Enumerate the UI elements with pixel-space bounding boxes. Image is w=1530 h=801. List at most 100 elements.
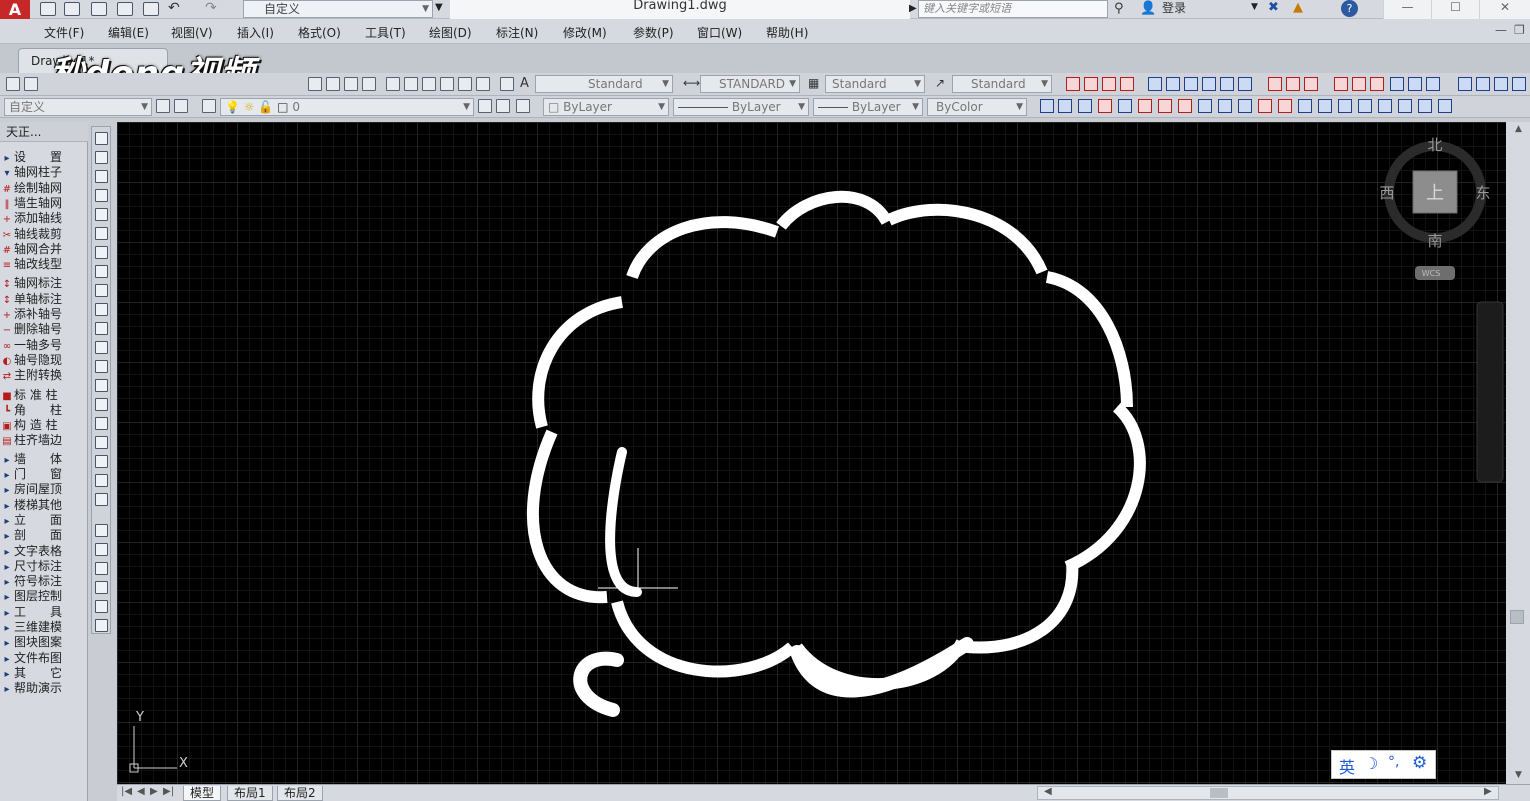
panel-item[interactable]: ▸ 文件布图: [0, 651, 88, 666]
dim-linear-icon[interactable]: [1066, 77, 1080, 91]
mleader-style-dropdown[interactable]: Standard ▼: [952, 75, 1052, 93]
close-button[interactable]: ✕: [1479, 0, 1530, 19]
zoom-realtime-icon[interactable]: [326, 77, 340, 91]
drawing-canvas[interactable]: Y X 上 北 南 东 西 WCS: [117, 122, 1506, 784]
redo-icon[interactable]: ↷: [205, 0, 217, 16]
panel-item[interactable]: ▾ 轴网柱子: [0, 165, 88, 180]
menu-view[interactable]: 视图(V): [171, 24, 213, 41]
tz-stair-icon[interactable]: [1218, 99, 1232, 113]
panel-item[interactable]: ∞ 一轴多号: [0, 338, 88, 353]
viewcube[interactable]: 上 北 南 东 西 WCS: [1379, 136, 1491, 280]
dim-style-manager-icon[interactable]: [1476, 77, 1490, 91]
gear-icon[interactable]: ⚙: [1412, 753, 1427, 773]
scroll-down-icon[interactable]: ▼: [1515, 770, 1522, 780]
multiline-text-icon[interactable]: [95, 474, 108, 487]
zoom-previous-icon[interactable]: [362, 77, 376, 91]
panel-item[interactable]: # 轴网合并: [0, 242, 88, 257]
workspace-dropdown[interactable]: 自定义 ▼: [243, 0, 433, 18]
last-layout-icon[interactable]: ▶|: [163, 786, 174, 797]
tolerance-icon[interactable]: [1334, 77, 1348, 91]
ime-language[interactable]: 英: [1339, 754, 1355, 778]
ime-toolbar[interactable]: 英 ☽ °, ⚙: [1331, 750, 1436, 779]
center-mark-icon[interactable]: [1352, 77, 1366, 91]
app-store-icon[interactable]: ▲: [1293, 0, 1303, 15]
panel-item[interactable]: ▣ 构 造 柱: [0, 418, 88, 433]
dim-aligned-icon[interactable]: [1084, 77, 1098, 91]
dim-radius-icon[interactable]: [1148, 77, 1162, 91]
panel-item[interactable]: ◐ 轴号隐现: [0, 353, 88, 368]
help-icon[interactable]: [500, 77, 514, 91]
tz-door-icon[interactable]: [1158, 99, 1172, 113]
panel-item[interactable]: # 绘制轴网: [0, 181, 88, 196]
quick-dim-icon[interactable]: [1220, 77, 1234, 91]
tz-layer-icon[interactable]: [1358, 99, 1372, 113]
tz-tool-b-icon[interactable]: [95, 543, 108, 556]
tz-tool-d-icon[interactable]: [95, 581, 108, 594]
panel-item[interactable]: ▸ 工 具: [0, 605, 88, 620]
login-dropdown-icon[interactable]: ▼: [1251, 2, 1258, 12]
menu-modify[interactable]: 修改(M): [563, 24, 607, 41]
qnew-icon[interactable]: [6, 77, 20, 91]
inspection-icon[interactable]: [1370, 77, 1384, 91]
scroll-thumb[interactable]: [1510, 610, 1524, 624]
binoculars-icon[interactable]: ⚲: [1114, 1, 1124, 16]
prev-layout-icon[interactable]: ◀: [137, 786, 145, 797]
login-link[interactable]: 登录: [1162, 0, 1186, 19]
dim-diameter-icon[interactable]: [1184, 77, 1198, 91]
undo-icon[interactable]: ↶: [168, 0, 180, 16]
scroll-up-icon[interactable]: ▲: [1515, 124, 1522, 134]
exchange-icon[interactable]: ✖: [1268, 0, 1279, 15]
table-style-dropdown[interactable]: Standard ▼: [825, 75, 925, 93]
layer-state-icon[interactable]: [516, 99, 530, 113]
tz-tool-c-icon[interactable]: [95, 562, 108, 575]
menu-parametric[interactable]: 参数(P): [633, 24, 674, 41]
panel-title[interactable]: 天正...: [0, 122, 88, 142]
panel-item[interactable]: ▸ 图层控制: [0, 589, 88, 604]
scroll-left-icon[interactable]: ◀: [1044, 786, 1052, 797]
menu-help[interactable]: 帮助(H): [766, 24, 808, 41]
hatch-icon[interactable]: [95, 398, 108, 411]
panel-item[interactable]: ≡ 轴改线型: [0, 257, 88, 272]
pan-icon[interactable]: [308, 77, 322, 91]
panel-item[interactable]: ▸ 墙 体: [0, 452, 88, 467]
panel-item[interactable]: ■ 标 准 柱: [0, 388, 88, 403]
panel-item[interactable]: ↕ 轴网标注: [0, 276, 88, 291]
menu-window[interactable]: 窗口(W): [697, 24, 742, 41]
tz-table-icon[interactable]: [1338, 99, 1352, 113]
panel-item[interactable]: ▸ 其 它: [0, 666, 88, 681]
tz-tool-e-icon[interactable]: [95, 600, 108, 613]
minimize-button[interactable]: —: [1383, 0, 1431, 19]
tz-section-icon[interactable]: [1258, 99, 1272, 113]
color-dropdown[interactable]: □ ByLayer ▼: [543, 98, 669, 116]
menu-tools[interactable]: 工具(T): [365, 24, 406, 41]
revision-cloud-icon[interactable]: [95, 265, 108, 278]
help-button[interactable]: ?: [1341, 0, 1358, 17]
panel-item[interactable]: + 添加轴线: [0, 211, 88, 226]
construction-line-icon[interactable]: [95, 151, 108, 164]
print-icon[interactable]: [143, 2, 159, 16]
layer-dropdown[interactable]: 💡 ☼ 🔓 □ 0 ▼: [220, 98, 474, 116]
workspace-save-icon[interactable]: [174, 99, 188, 113]
tz-tool-f-icon[interactable]: [95, 619, 108, 632]
tz-window-icon[interactable]: [1178, 99, 1192, 113]
hscroll-thumb[interactable]: [1210, 788, 1228, 798]
new-file-icon[interactable]: [40, 2, 56, 16]
zoom-window-icon[interactable]: [344, 77, 358, 91]
tz-globe-icon[interactable]: [1438, 99, 1452, 113]
panel-item[interactable]: + 添补轴号: [0, 307, 88, 322]
arc-icon[interactable]: [95, 227, 108, 240]
menu-file[interactable]: 文件(F): [44, 24, 84, 41]
panel-item[interactable]: ✂ 轴线裁剪: [0, 227, 88, 242]
search-input[interactable]: 键入关键字或短语: [918, 0, 1108, 18]
markup-icon[interactable]: [458, 77, 472, 91]
jogged-linear-icon[interactable]: [1390, 77, 1404, 91]
app-menu-button[interactable]: A: [0, 0, 30, 19]
menu-draw[interactable]: 绘图(D): [429, 24, 472, 41]
layer-manager-icon[interactable]: [202, 99, 216, 113]
ellipse-icon[interactable]: [95, 303, 108, 316]
dim-update-icon[interactable]: [1458, 77, 1472, 91]
panel-item[interactable]: ⇄ 主附转换: [0, 368, 88, 383]
panel-item[interactable]: ▸ 房间屋顶: [0, 482, 88, 497]
tab-layout1[interactable]: 布局1: [227, 786, 273, 801]
moon-icon[interactable]: ☽: [1364, 754, 1378, 773]
